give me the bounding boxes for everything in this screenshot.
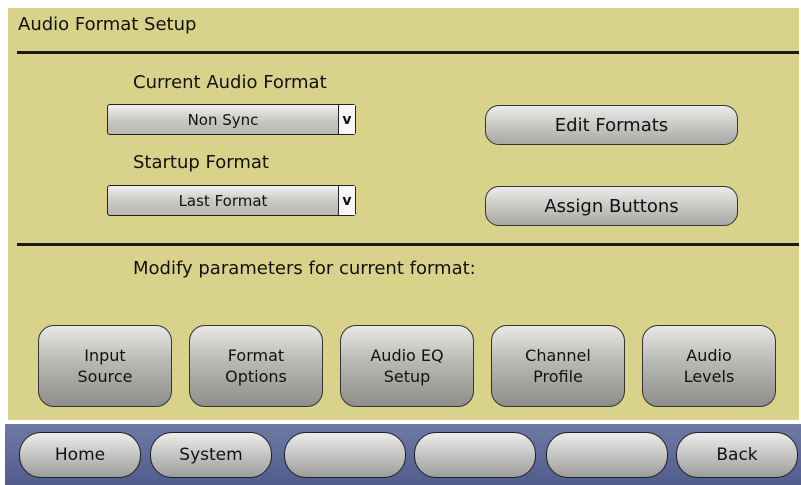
edit-formats-button[interactable]: Edit Formats bbox=[485, 105, 738, 145]
chevron-down-icon[interactable]: v bbox=[338, 186, 355, 215]
modify-parameters-label: Modify parameters for current format: bbox=[133, 258, 476, 279]
assign-buttons-button[interactable]: Assign Buttons bbox=[485, 186, 738, 226]
section-divider bbox=[17, 243, 799, 246]
nav-blank-button-3[interactable] bbox=[546, 432, 668, 478]
page-title: Audio Format Setup bbox=[18, 14, 197, 35]
chevron-down-icon[interactable]: v bbox=[338, 105, 355, 134]
startup-format-label: Startup Format bbox=[133, 152, 269, 173]
title-divider bbox=[17, 51, 799, 54]
audio-eq-setup-button[interactable]: Audio EQ Setup bbox=[340, 325, 474, 407]
audio-levels-button[interactable]: Audio Levels bbox=[642, 325, 776, 407]
channel-profile-button[interactable]: Channel Profile bbox=[491, 325, 625, 407]
format-options-button[interactable]: Format Options bbox=[189, 325, 323, 407]
input-source-button[interactable]: Input Source bbox=[38, 325, 172, 407]
home-button[interactable]: Home bbox=[19, 432, 141, 478]
nav-blank-button-1[interactable] bbox=[284, 432, 406, 478]
back-button[interactable]: Back bbox=[676, 432, 798, 478]
nav-blank-button-2[interactable] bbox=[414, 432, 536, 478]
system-button[interactable]: System bbox=[150, 432, 272, 478]
current-format-label: Current Audio Format bbox=[133, 72, 327, 93]
startup-format-value: Last Format bbox=[178, 191, 268, 210]
current-format-value: Non Sync bbox=[187, 110, 259, 129]
current-format-select[interactable]: Non Sync v bbox=[107, 104, 356, 135]
startup-format-select[interactable]: Last Format v bbox=[107, 185, 356, 216]
